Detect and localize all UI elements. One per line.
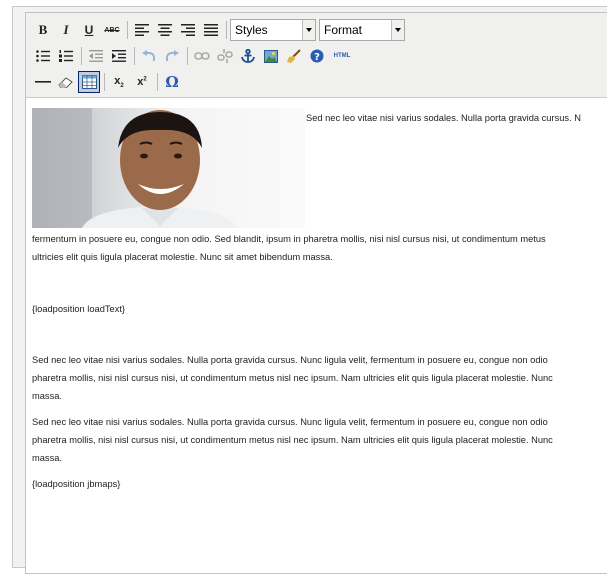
strikethrough-button[interactable]: ABC	[101, 19, 123, 41]
table-grid-icon	[81, 75, 97, 89]
chevron-down-icon	[302, 20, 315, 40]
styles-dropdown-label: Styles	[235, 23, 268, 37]
numbered-list-icon	[59, 50, 73, 62]
align-right-icon	[181, 24, 195, 36]
insert-image-button[interactable]	[260, 45, 282, 67]
indent-button[interactable]	[108, 45, 130, 67]
outdent-button[interactable]	[85, 45, 107, 67]
toolbar-separator	[81, 47, 82, 65]
html-source-button[interactable]: HTML	[329, 45, 355, 67]
paragraph-2-line-1: Sed nec leo vitae nisi varius sodales. N…	[32, 355, 548, 365]
horizontal-rule-icon	[35, 81, 51, 83]
visual-aid-button[interactable]	[78, 71, 100, 93]
toolbar-row-2: ? HTML	[32, 44, 356, 68]
editor-toolbar: B I U ABC Styles Format ? HTML x2 x2 Ω	[26, 13, 607, 98]
redo-icon	[166, 50, 179, 61]
unlink-icon	[217, 49, 233, 63]
outdent-icon	[89, 50, 103, 62]
paragraph-2-line-3: massa.	[32, 391, 62, 401]
toolbar-separator	[134, 47, 135, 65]
align-justify-button[interactable]	[200, 19, 222, 41]
paragraph-1-line-2: ultricies elit quis ligula placerat mole…	[32, 252, 333, 262]
paragraph-3-line-2: pharetra mollis, nisi nisl cursus nisi, …	[32, 435, 553, 445]
italic-button[interactable]: I	[55, 19, 77, 41]
loadposition-jbmaps: {loadposition jbmaps}	[32, 479, 121, 489]
format-dropdown[interactable]: Format	[319, 19, 405, 41]
help-icon: ?	[310, 49, 324, 63]
toolbar-row-3: x2 x2 Ω	[32, 70, 184, 94]
align-left-button[interactable]	[131, 19, 153, 41]
toolbar-separator	[127, 21, 128, 39]
paragraph-1-line-1: fermentum in posuere eu, congue non odio…	[32, 234, 546, 244]
paragraph-3-line-1: Sed nec leo vitae nisi varius sodales. N…	[32, 417, 548, 427]
indent-icon	[112, 50, 126, 62]
superscript-icon: x2	[137, 76, 147, 88]
toolbar-separator	[187, 47, 188, 65]
format-dropdown-label: Format	[324, 23, 363, 37]
svg-text:?: ?	[314, 52, 320, 63]
styles-dropdown[interactable]: Styles	[230, 19, 316, 41]
remove-format-button[interactable]	[55, 71, 77, 93]
bullet-list-button[interactable]	[32, 45, 54, 67]
bold-button[interactable]: B	[32, 19, 54, 41]
text-line-beside-image: Sed nec leo vitae nisi varius sodales. N…	[306, 113, 581, 123]
portrait-image	[32, 108, 305, 228]
redo-button[interactable]	[161, 45, 183, 67]
undo-button[interactable]	[138, 45, 160, 67]
align-left-icon	[135, 24, 149, 36]
paragraph-2-line-2: pharetra mollis, nisi nisl cursus nisi, …	[32, 373, 553, 383]
loadposition-loadtext: {loadposition loadText}	[32, 304, 126, 314]
cleanup-button[interactable]	[283, 45, 305, 67]
omega-icon: Ω	[165, 73, 179, 91]
align-justify-icon	[204, 24, 218, 36]
toolbar-separator	[104, 73, 105, 91]
eraser-icon	[58, 77, 73, 88]
special-character-button[interactable]: Ω	[161, 71, 183, 93]
help-button[interactable]: ?	[306, 45, 328, 67]
html-source-label: HTML	[333, 53, 351, 59]
underline-button[interactable]: U	[78, 19, 100, 41]
superscript-button[interactable]: x2	[131, 71, 153, 93]
paragraph-3-line-3: massa.	[32, 453, 62, 463]
align-center-button[interactable]	[154, 19, 176, 41]
undo-icon	[142, 50, 155, 61]
image-icon	[264, 49, 278, 63]
subscript-button[interactable]: x2	[108, 71, 130, 93]
broom-icon	[286, 49, 301, 63]
anchor-button[interactable]	[237, 45, 259, 67]
horizontal-rule-button[interactable]	[32, 71, 54, 93]
numbered-list-button[interactable]	[55, 45, 77, 67]
insert-link-button[interactable]	[191, 45, 213, 67]
portrait-photo	[32, 108, 305, 228]
chevron-down-icon	[391, 20, 404, 40]
toolbar-separator	[226, 21, 227, 39]
unlink-button[interactable]	[214, 45, 236, 67]
align-center-icon	[158, 24, 172, 36]
anchor-icon	[241, 49, 255, 63]
toolbar-separator	[157, 73, 158, 91]
align-right-button[interactable]	[177, 19, 199, 41]
toolbar-row-1: B I U ABC Styles Format	[32, 18, 408, 42]
link-icon	[194, 52, 210, 60]
bullet-list-icon	[36, 50, 50, 62]
subscript-icon: x2	[114, 74, 124, 90]
